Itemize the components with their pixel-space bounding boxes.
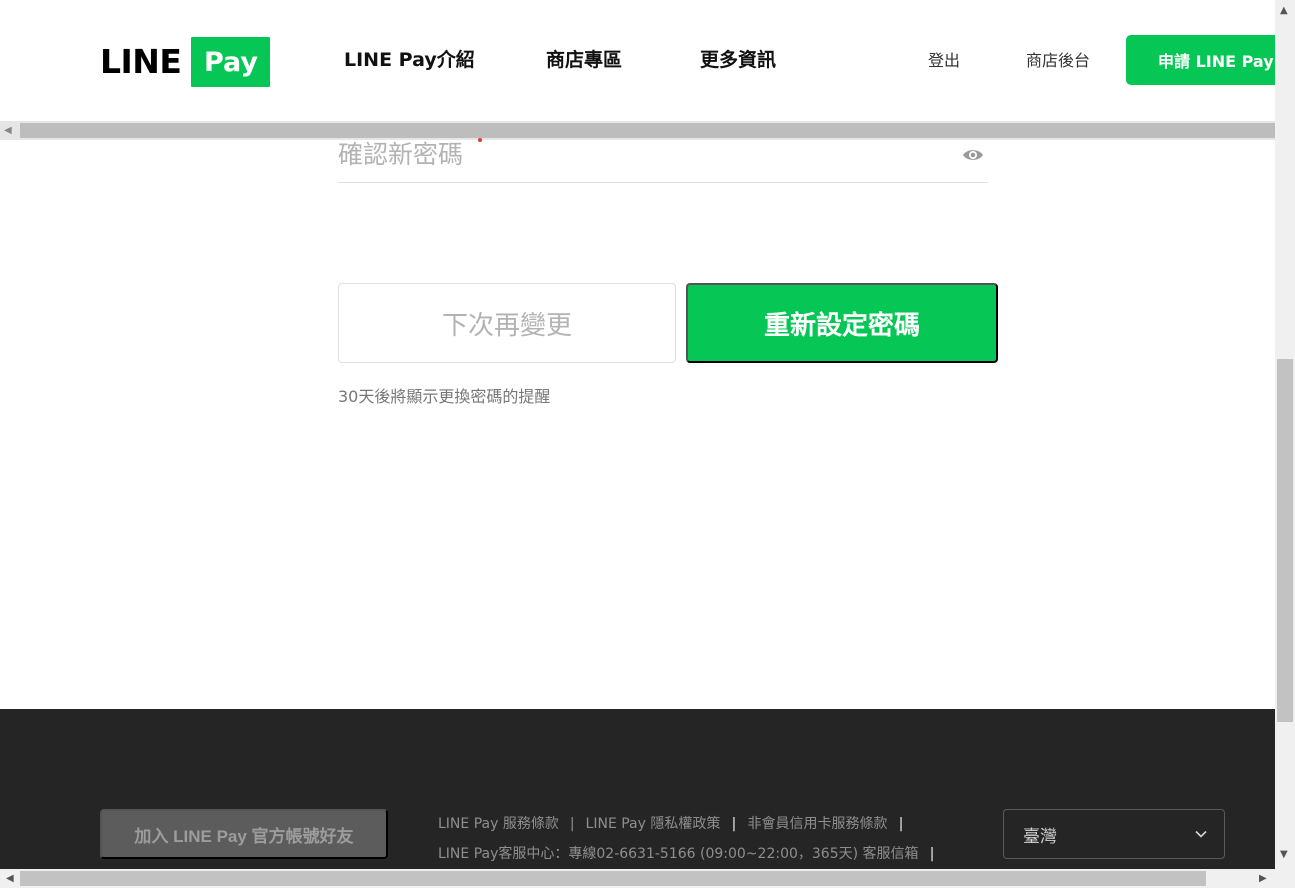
confirm-password-underline xyxy=(338,182,988,183)
link-separator: | xyxy=(898,816,904,832)
logo-line-text: LINE xyxy=(100,42,182,81)
link-separator: | xyxy=(569,816,575,832)
scroll-up-arrow-icon[interactable]: ▲ xyxy=(1280,6,1288,16)
vertical-scrollbar-thumb[interactable] xyxy=(1277,359,1293,722)
scrollbar-corner xyxy=(1275,869,1295,888)
reset-password-button[interactable]: 重新設定密碼 xyxy=(686,283,998,363)
customer-service-link[interactable]: LINE Pay客服中心：專線02-6631-5166 (09:00~22:00… xyxy=(438,845,919,863)
link-separator: | xyxy=(731,816,737,832)
scroll-left-arrow-icon[interactable]: ◀ xyxy=(6,873,14,884)
horizontal-scrollbar-thumb[interactable] xyxy=(20,871,1206,886)
site-footer: 加入 LINE Pay 官方帳號好友 LINE Pay 服務條款 | LINE … xyxy=(0,709,1275,869)
required-indicator xyxy=(478,138,482,142)
nav-more-info[interactable]: 更多資訊 xyxy=(700,46,776,74)
nav-line-pay-intro[interactable]: LINE Pay介紹 xyxy=(344,46,475,74)
add-official-account-button[interactable]: 加入 LINE Pay 官方帳號好友 xyxy=(100,809,388,859)
link-separator: | xyxy=(929,846,935,862)
vertical-scrollbar[interactable]: ▲ ▼ xyxy=(1275,0,1295,869)
footer-links: LINE Pay 服務條款 | LINE Pay 隱私權政策 | 非會員信用卡服… xyxy=(438,815,946,875)
apply-line-pay-button[interactable]: 申請 LINE Pay xyxy=(1126,35,1286,85)
site-header: LINE Pay LINE Pay介紹 商店專區 更多資訊 登出 商店後台 申請… xyxy=(0,0,1286,121)
terms-of-service-link[interactable]: LINE Pay 服務條款 xyxy=(438,815,559,833)
horizontal-scrollbar[interactable]: ◀ ▶ xyxy=(0,869,1275,888)
inner-horizontal-scrollbar[interactable]: ◀ xyxy=(0,121,1275,140)
change-later-button[interactable]: 下次再變更 xyxy=(338,283,676,363)
logout-link[interactable]: 登出 xyxy=(928,50,960,72)
card-terms-link[interactable]: 非會員信用卡服務條款 xyxy=(748,815,888,833)
scroll-right-arrow-icon[interactable]: ▶ xyxy=(1259,873,1267,884)
inner-scrollbar-thumb[interactable] xyxy=(20,123,1275,138)
confirm-password-field[interactable]: 確認新密碼 xyxy=(338,140,463,170)
nav-merchant-zone[interactable]: 商店專區 xyxy=(546,46,622,74)
region-selected-value: 臺灣 xyxy=(1023,826,1057,847)
eye-icon[interactable] xyxy=(962,145,984,165)
privacy-policy-link[interactable]: LINE Pay 隱私權政策 xyxy=(586,815,721,833)
chevron-down-icon xyxy=(1195,830,1207,838)
scroll-left-arrow-icon[interactable]: ◀ xyxy=(4,125,12,136)
line-pay-logo[interactable]: LINE Pay xyxy=(100,37,271,87)
password-reminder-note: 30天後將顯示更換密碼的提醒 xyxy=(338,387,551,406)
region-select[interactable]: 臺灣 xyxy=(1003,809,1225,859)
merchant-backend-link[interactable]: 商店後台 xyxy=(1026,50,1090,72)
scroll-down-arrow-icon[interactable]: ▼ xyxy=(1280,850,1288,860)
logo-pay-badge: Pay xyxy=(191,37,271,87)
